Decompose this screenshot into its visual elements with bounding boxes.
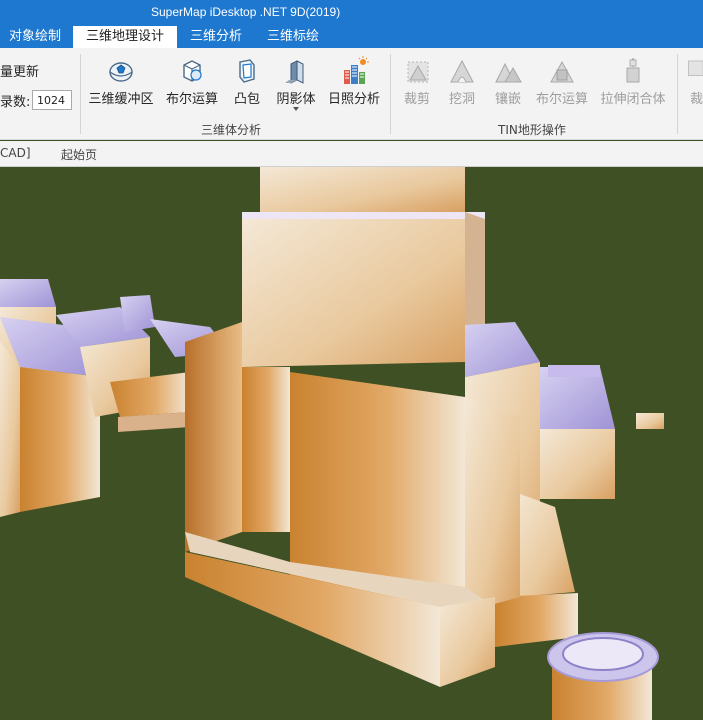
tin-dig-button[interactable]: 挖洞 <box>442 54 482 114</box>
tin-mosaic-button[interactable]: 镶嵌 <box>488 54 528 114</box>
group-tin-terrain-label: TIN地形操作 <box>498 123 566 137</box>
sunlight-buildings-icon <box>344 56 369 84</box>
tin-clip-label-2: 裁 <box>690 92 703 107</box>
convex-hull-label: 凸包 <box>233 92 260 107</box>
tin-clip-label: 裁剪 <box>403 92 430 107</box>
record-count-input[interactable] <box>32 90 72 110</box>
sunlight-analysis-button[interactable]: 日照分析 <box>324 54 384 114</box>
boolean-operation-label: 布尔运算 <box>165 92 218 107</box>
tab-3d-analysis[interactable]: 三维分析 <box>180 26 252 48</box>
shadow-volume-button[interactable]: 阴影体 <box>272 54 320 114</box>
ribbon-tab-bar: 对象绘制 三维地理设计 三维分析 三维标绘 <box>0 26 703 48</box>
shadow-volume-icon <box>285 60 304 84</box>
tin-clip-button[interactable]: 裁剪 <box>398 54 436 114</box>
tin-boolean-label: 布尔运算 <box>535 92 588 107</box>
tin-extrude-icon <box>626 57 640 83</box>
title-bar: SuperMap iDesktop .NET 9D(2019) <box>0 0 703 26</box>
document-tab-bar: CAD] 起始页 <box>0 141 703 167</box>
ribbon-panel: 量更新 录数: 三维缓冲区 布尔运算 凸包 阴影体 <box>0 48 703 140</box>
tin-boolean-button[interactable]: 布尔运算 <box>532 54 592 114</box>
tab-3d-plotting[interactable]: 三维标绘 <box>257 26 329 48</box>
back-tower[interactable] <box>242 167 485 219</box>
chevron-down-icon[interactable] <box>293 107 299 111</box>
boolean-operation-button[interactable]: 布尔运算 <box>162 54 222 114</box>
round-tower[interactable] <box>547 632 659 720</box>
ribbon-divider <box>80 54 81 134</box>
tab-object-drawing[interactable]: 对象绘制 <box>0 26 70 48</box>
sunlight-analysis-label: 日照分析 <box>327 92 380 107</box>
update-button-label[interactable]: 量更新 <box>0 61 39 80</box>
tin-clip-icon <box>688 60 703 76</box>
tin-dig-icon <box>450 59 474 83</box>
tin-dig-label: 挖洞 <box>448 92 475 107</box>
tin-boolean-icon <box>550 60 574 83</box>
ribbon-divider <box>390 54 391 134</box>
tin-extrude-closed-label: 拉伸闭合体 <box>600 92 666 107</box>
convex-hull-button[interactable]: 凸包 <box>226 54 268 114</box>
3d-buffer-label: 三维缓冲区 <box>88 92 154 107</box>
tab-3d-geodesign[interactable]: 三维地理设计 <box>73 26 177 48</box>
tin-clip-button-2[interactable]: 裁 <box>683 54 703 114</box>
ribbon-divider <box>677 54 678 134</box>
boolean-box-icon <box>183 60 202 82</box>
3d-scene-viewport[interactable] <box>0 167 703 720</box>
tin-extrude-closed-button[interactable]: 拉伸闭合体 <box>598 54 668 114</box>
doc-tab-cad[interactable]: CAD] <box>0 146 31 160</box>
sphere-buffer-icon <box>109 62 133 82</box>
convex-hull-icon <box>239 59 255 83</box>
record-count-label: 录数: <box>0 95 31 110</box>
group-3d-volume-analysis-label: 三维体分析 <box>201 123 262 137</box>
window-title: SuperMap iDesktop .NET 9D(2019) <box>151 5 341 19</box>
3d-buffer-button[interactable]: 三维缓冲区 <box>84 54 158 114</box>
doc-tab-start-page[interactable]: 起始页 <box>61 146 97 163</box>
shadow-volume-label: 阴影体 <box>276 92 316 107</box>
tin-clip-icon <box>407 61 429 83</box>
tin-mosaic-label: 镶嵌 <box>494 92 521 107</box>
tin-mosaic-icon <box>495 62 522 83</box>
